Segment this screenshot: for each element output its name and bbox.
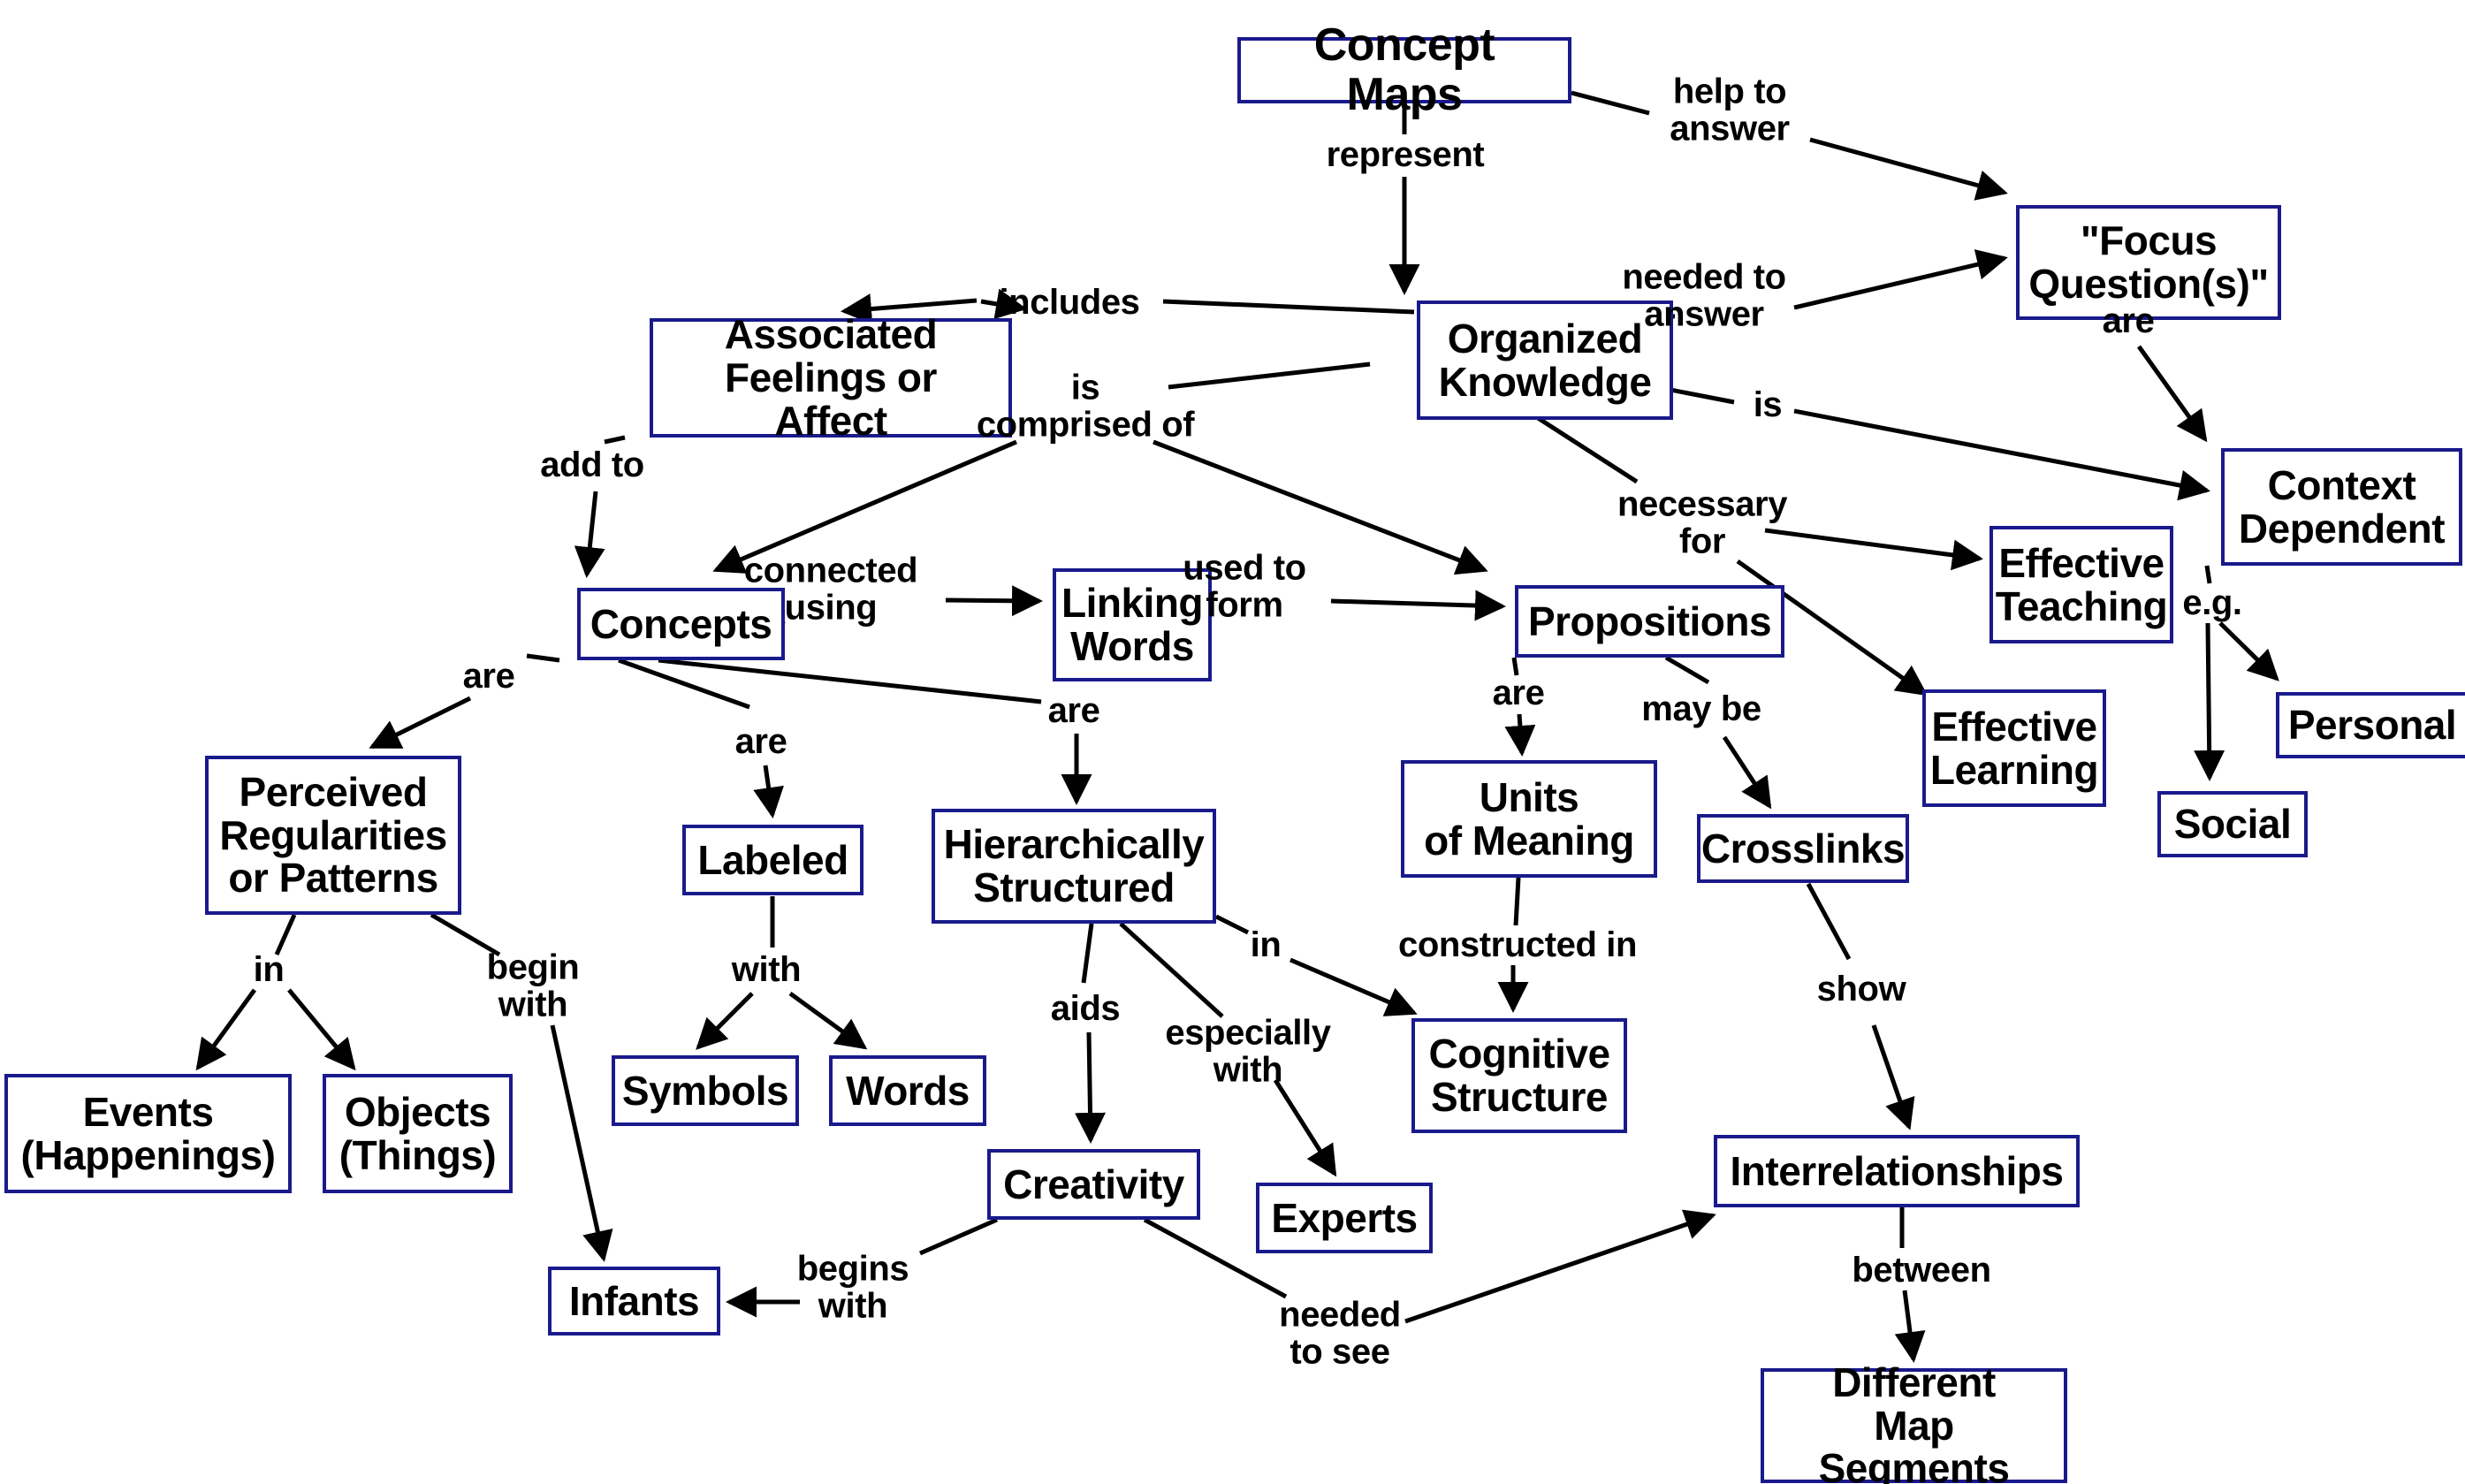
node-words[interactable]: Words — [829, 1055, 986, 1126]
edge-help-focus-questions — [1809, 137, 2008, 201]
edge-needed-interrelationships — [1404, 1209, 1716, 1324]
edge-between-segments — [1894, 1290, 1926, 1363]
edge-label-begin-with: begin with — [486, 947, 580, 1024]
edge-perceived-in — [274, 913, 297, 956]
edge-creativity-begins — [918, 1217, 999, 1256]
node-crosslinks[interactable]: Crosslinks — [1697, 814, 1909, 883]
edge-organized-comprised — [1168, 361, 1371, 390]
edge-eg-social — [2194, 622, 2225, 781]
node-different-map-segments[interactable]: Different Map Segments — [1761, 1360, 2067, 1484]
edge-propositions-are — [1511, 657, 1519, 676]
edge-needed-focus — [1793, 249, 2008, 310]
node-effective-learning[interactable]: Effective Learning — [1922, 689, 2106, 807]
edge-eg-personal — [2218, 621, 2279, 681]
edge-propositions-maybe — [1664, 655, 1710, 685]
node-interrelationships[interactable]: Interrelationships — [1714, 1135, 2080, 1207]
concept-map-canvas: Concept Maps "Focus Question(s)" Organiz… — [0, 0, 2465, 1484]
edge-label-necessary-for: necessary for — [1617, 484, 1788, 560]
node-associated-feelings-or-affect[interactable]: Associated Feelings or Affect — [650, 313, 1012, 442]
node-labeled[interactable]: Labeled — [682, 825, 864, 895]
edge-label-represent: represent — [1326, 135, 1485, 175]
edge-concepts-are3 — [658, 658, 1042, 704]
edge-label-are-focus: are — [2102, 301, 2155, 341]
edge-hier-especially — [1119, 922, 1224, 1018]
edge-label-constructed-in: constructed in — [1398, 925, 1637, 965]
edge-label-eg: e.g. — [2182, 583, 2242, 623]
node-events-happenings[interactable]: Events (Happenings) — [4, 1074, 292, 1193]
edge-label-begins-with: begins with — [796, 1249, 909, 1325]
edge-maybe-crosslinks — [1722, 735, 1772, 810]
node-cognitive-structure[interactable]: Cognitive Structure — [1411, 1018, 1627, 1133]
node-infants[interactable]: Infants — [548, 1267, 720, 1336]
edge-with-symbols — [696, 992, 754, 1050]
edge-is-context — [1793, 408, 2210, 501]
edge-are-context — [2136, 345, 2208, 443]
node-experts[interactable]: Experts — [1256, 1183, 1433, 1253]
edge-connected-linking — [945, 585, 1043, 617]
edge-hier-aids — [1081, 923, 1094, 984]
edge-label-is-comprised-of: is comprised of — [976, 368, 1195, 444]
edge-addto-concepts — [574, 491, 605, 578]
edge-label-may-be: may be — [1641, 689, 1761, 729]
edge-are1-perceived — [369, 696, 472, 750]
edge-label-in-cognitive: in — [1250, 925, 1282, 965]
edge-label-used-to-form: used to form — [1183, 548, 1306, 624]
edge-units-constructed — [1513, 877, 1521, 926]
edge-crosslinks-show — [1806, 882, 1852, 961]
node-creativity[interactable]: Creativity — [987, 1149, 1200, 1220]
edge-with-words — [788, 991, 868, 1050]
edge-associated-addto — [604, 435, 626, 445]
node-perceived-regularities-or-patterns[interactable]: Perceived Regularities or Patterns — [205, 756, 461, 915]
edge-in-objects — [287, 988, 356, 1071]
edge-label-between: between — [1852, 1251, 1991, 1290]
edge-label-includes: includes — [999, 283, 1140, 323]
edge-label-with-labeled: with — [731, 950, 802, 990]
edge-are-units — [1504, 713, 1536, 757]
edge-label-help-to-answer: help to answer — [1670, 72, 1790, 148]
edge-are2-labeled — [753, 765, 784, 818]
edge-especially-experts — [1273, 1078, 1337, 1177]
edge-label-needed-to-see: needed to see — [1279, 1295, 1401, 1371]
edge-label-show: show — [1816, 970, 1906, 1009]
edge-label-especially-with: especially with — [1165, 1013, 1331, 1089]
edge-label-in-events: in — [253, 950, 285, 990]
node-propositions[interactable]: Propositions — [1515, 585, 1784, 658]
edge-label-is-context: is — [1753, 385, 1783, 425]
edge-label-are-hierarchical: are — [1047, 691, 1100, 731]
node-objects-things[interactable]: Objects (Things) — [323, 1074, 513, 1193]
edge-in-events — [195, 988, 257, 1071]
node-effective-teaching[interactable]: Effective Teaching — [1989, 526, 2173, 643]
edge-label-are-concepts: are — [462, 657, 515, 696]
edge-label-needed-to-answer: needed to answer — [1622, 257, 1786, 333]
edge-hier-in — [1214, 914, 1250, 935]
edge-used-propositions — [1330, 590, 1506, 621]
node-social[interactable]: Social — [2157, 791, 2308, 857]
node-concept-maps[interactable]: Concept Maps — [1237, 21, 1571, 118]
edge-show-interrelationships — [1871, 1024, 1915, 1130]
node-units-of-meaning[interactable]: Units of Meaning — [1401, 760, 1657, 878]
node-personal[interactable]: Personal — [2276, 692, 2465, 758]
node-symbols[interactable]: Symbols — [612, 1055, 799, 1126]
edge-label-connected-using: connected using — [743, 551, 918, 627]
edge-label-aids: aids — [1050, 989, 1121, 1029]
node-hierarchically-structured[interactable]: Hierarchically Structured — [932, 809, 1216, 924]
edge-context-eg — [2204, 565, 2212, 584]
edge-organized-includes — [1162, 299, 1415, 315]
edge-label-are-units: are — [1492, 674, 1545, 713]
edge-begin-infants — [550, 1024, 613, 1262]
edge-label-are-labeled: are — [734, 722, 787, 762]
edge-includes-associated-2 — [841, 293, 978, 324]
edge-concepts-are2 — [618, 658, 750, 710]
edge-concept-maps-help — [1571, 90, 1650, 116]
edge-aids-creativity — [1074, 1031, 1106, 1144]
node-context-dependent[interactable]: Context Dependent — [2221, 448, 2462, 566]
edge-necessary-teaching — [1764, 528, 1983, 571]
edge-concepts-are1 — [526, 653, 560, 663]
edge-in-cognitive — [1290, 957, 1418, 1016]
edge-label-add-to: add to — [540, 445, 644, 485]
